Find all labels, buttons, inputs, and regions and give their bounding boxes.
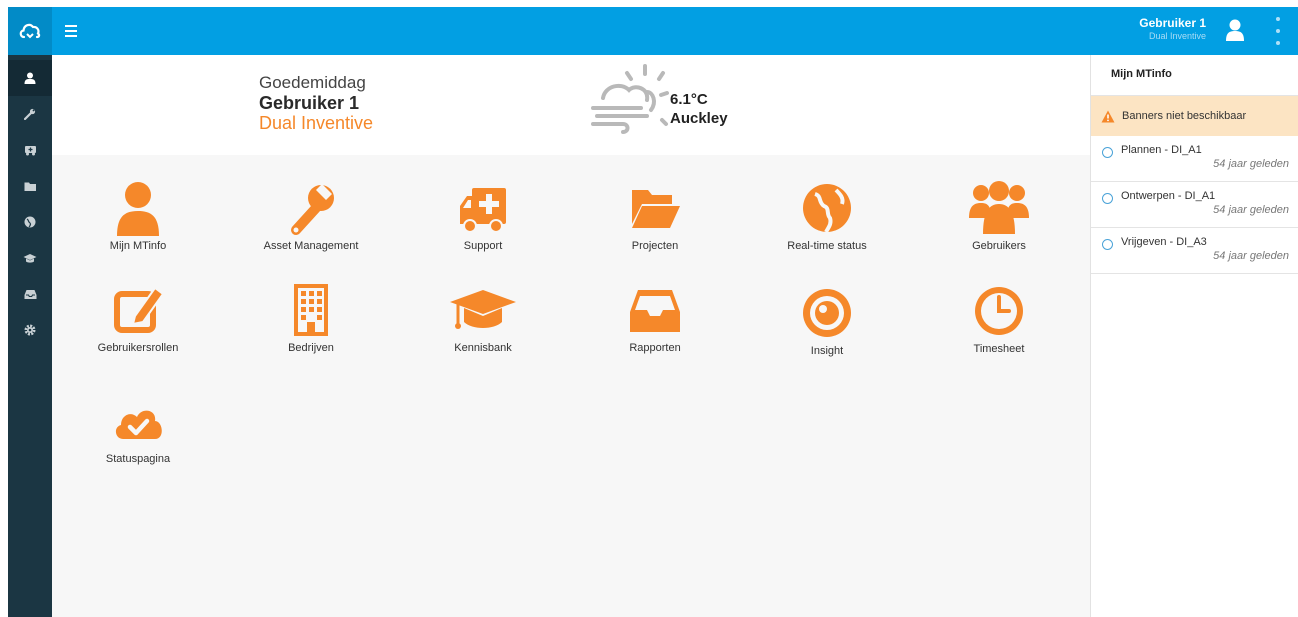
wrench-icon xyxy=(24,108,36,120)
circle-icon xyxy=(1102,193,1113,204)
list-item[interactable]: Ontwerpen - DI_A1 54 jaar geleden xyxy=(1091,182,1298,228)
tile-gebruikers[interactable]: Gebruikers xyxy=(914,170,1084,260)
weather-info: 6.1°C Auckley xyxy=(670,90,728,128)
tile-mijn-mtinfo[interactable]: Mijn MTinfo xyxy=(53,170,223,260)
tile-label: Gebruikers xyxy=(972,240,1026,252)
list-item[interactable]: Vrijgeven - DI_A3 54 jaar geleden xyxy=(1091,228,1298,274)
gear-icon xyxy=(24,324,36,336)
user-company: Dual Inventive xyxy=(1148,31,1206,41)
tile-label: Kennisbank xyxy=(454,342,512,354)
sidebar-item-mijn-mtinfo[interactable] xyxy=(8,60,52,96)
more-options-button[interactable] xyxy=(1274,17,1282,45)
app-logo[interactable] xyxy=(8,7,52,55)
user-icon xyxy=(117,182,159,236)
edit-icon xyxy=(114,286,163,333)
tile-label: Mijn MTinfo xyxy=(109,240,167,252)
top-bar: Gebruiker 1 Dual Inventive xyxy=(8,7,1298,55)
folder-open-icon xyxy=(632,190,680,228)
circle-icon xyxy=(1102,239,1113,250)
user-info[interactable]: Gebruiker 1 Dual Inventive xyxy=(1139,16,1206,42)
graduation-cap-icon xyxy=(450,290,516,329)
circle-icon xyxy=(1102,147,1113,158)
list-item-name: Vrijgeven - DI_A3 xyxy=(1121,236,1207,248)
sidebar-item-instellingen[interactable] xyxy=(8,312,52,348)
sidebar xyxy=(8,55,52,617)
user-avatar-icon[interactable] xyxy=(1225,18,1245,42)
wrench-icon xyxy=(291,184,334,235)
tile-kennisbank[interactable]: Kennisbank xyxy=(398,272,568,362)
building-icon xyxy=(294,284,328,336)
banner-text: Banners niet beschikbaar xyxy=(1122,110,1247,122)
list-item-time: 54 jaar geleden xyxy=(1213,204,1289,216)
weather-city: Auckley xyxy=(670,110,728,127)
tile-label: Bedrijven xyxy=(288,342,334,354)
greeting-user-name: Gebruiker 1 xyxy=(259,93,360,113)
tile-insight[interactable]: Insight xyxy=(742,275,912,365)
ambulance-icon xyxy=(24,145,36,155)
list-item-time: 54 jaar geleden xyxy=(1213,250,1289,262)
greeting-hello: Goedemiddag xyxy=(259,73,366,92)
tile-label: Statuspagina xyxy=(105,453,171,465)
tile-asset-management[interactable]: Asset Management xyxy=(226,170,396,260)
cloud-wind-sun-icon xyxy=(591,64,669,134)
greeting-company: Dual Inventive xyxy=(259,113,374,133)
sidebar-item-asset-management[interactable] xyxy=(8,96,52,132)
tile-gebruikersrollen[interactable]: Gebruikersrollen xyxy=(53,272,223,362)
list-item-name: Plannen - DI_A1 xyxy=(1121,144,1202,156)
clock-icon xyxy=(975,287,1023,335)
sidebar-item-rapporten[interactable] xyxy=(8,276,52,312)
warning-icon xyxy=(1101,110,1115,122)
inbox-icon xyxy=(24,289,36,299)
tile-rapporten[interactable]: Rapporten xyxy=(570,272,740,362)
app-tiles-grid: Mijn MTinfo Asset Management Support Pro… xyxy=(52,155,1090,617)
user-name: Gebruiker 1 xyxy=(1139,16,1206,30)
menu-toggle-button[interactable] xyxy=(65,22,85,40)
tile-label: Rapporten xyxy=(629,342,681,354)
list-item-name: Ontwerpen - DI_A1 xyxy=(1121,190,1216,202)
sidebar-item-real-time-status[interactable] xyxy=(8,204,52,240)
users-icon xyxy=(969,181,1029,234)
sidebar-item-support[interactable] xyxy=(8,132,52,168)
tile-timesheet[interactable]: Timesheet xyxy=(914,273,1084,363)
tile-label: Gebruikersrollen xyxy=(97,342,179,354)
list-item[interactable]: Plannen - DI_A1 54 jaar geleden xyxy=(1091,136,1298,182)
cloud-logo-icon xyxy=(19,23,41,39)
eye-icon xyxy=(803,289,851,337)
right-panel: Mijn MTinfo Banners niet beschikbaar Pla… xyxy=(1090,55,1298,617)
graduation-cap-icon xyxy=(23,253,37,263)
tile-label: Real-time status xyxy=(787,240,867,252)
tile-bedrijven[interactable]: Bedrijven xyxy=(226,272,396,362)
tile-label: Asset Management xyxy=(263,240,359,252)
banner-warning: Banners niet beschikbaar xyxy=(1091,96,1298,136)
sidebar-item-kennisbank[interactable] xyxy=(8,240,52,276)
tile-statuspagina[interactable]: Statuspagina xyxy=(53,383,223,473)
globe-icon xyxy=(24,216,36,228)
folder-icon xyxy=(24,182,36,191)
greeting-block: Goedemiddag Gebruiker 1 Dual Inventive xyxy=(259,73,373,133)
greeting-header: Goedemiddag Gebruiker 1 Dual Inventive 6… xyxy=(52,55,1090,155)
cloud-check-icon xyxy=(115,410,162,439)
sidebar-item-projecten[interactable] xyxy=(8,168,52,204)
tile-support[interactable]: Support xyxy=(398,170,568,260)
globe-icon xyxy=(803,184,851,233)
user-icon xyxy=(24,72,36,84)
right-panel-title: Mijn MTinfo xyxy=(1091,55,1298,96)
tile-label: Projecten xyxy=(631,240,679,252)
weather-temperature: 6.1°C xyxy=(670,91,708,108)
ambulance-icon xyxy=(460,188,506,233)
tile-projecten[interactable]: Projecten xyxy=(570,170,740,260)
tile-label: Timesheet xyxy=(973,343,1025,355)
inbox-icon xyxy=(630,290,680,332)
tile-label: Insight xyxy=(810,345,844,357)
tile-real-time-status[interactable]: Real-time status xyxy=(742,170,912,260)
tile-label: Support xyxy=(463,240,503,252)
list-item-time: 54 jaar geleden xyxy=(1213,158,1289,170)
